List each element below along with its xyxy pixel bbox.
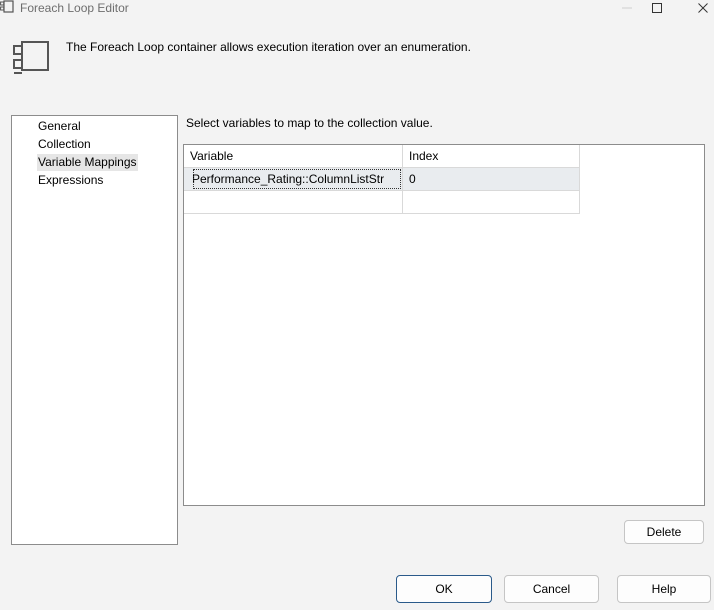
column-header-index[interactable]: Index [403,145,580,168]
instruction-text: Select variables to map to the collectio… [186,116,433,130]
column-header-variable[interactable]: Variable [184,145,403,168]
nav-item-collection[interactable]: Collection [37,136,92,153]
maximize-icon [652,3,662,13]
header-description: The Foreach Loop container allows execut… [66,40,471,54]
minimize-button[interactable] [612,0,642,16]
nav-item-general[interactable]: General [37,118,82,135]
new-row-index-cell[interactable] [403,191,580,214]
delete-button[interactable]: Delete [624,520,704,544]
ok-button[interactable]: OK [396,575,492,603]
maximize-button[interactable] [642,0,672,16]
nav-panel: General Collection Variable Mappings Exp… [11,115,178,545]
minimize-icon [622,7,632,9]
nav-item-variable-mappings[interactable]: Variable Mappings [37,154,138,171]
window-title: Foreach Loop Editor [20,1,129,15]
table-row-variable-cell[interactable]: Performance_Rating::ColumnListStr [184,168,403,191]
cancel-button[interactable]: Cancel [504,575,599,603]
new-row-variable-cell[interactable] [184,191,403,214]
foreach-loop-icon [12,40,50,76]
close-button[interactable] [688,0,714,16]
help-button[interactable]: Help [617,575,711,603]
app-icon [0,0,14,14]
table-row-index-cell[interactable]: 0 [403,168,580,191]
variable-value: Performance_Rating::ColumnListStr [192,168,402,190]
variable-mapping-grid: Variable Index Performance_Rating::Colum… [183,144,705,506]
close-icon [698,3,708,13]
nav-item-expressions[interactable]: Expressions [37,172,104,189]
